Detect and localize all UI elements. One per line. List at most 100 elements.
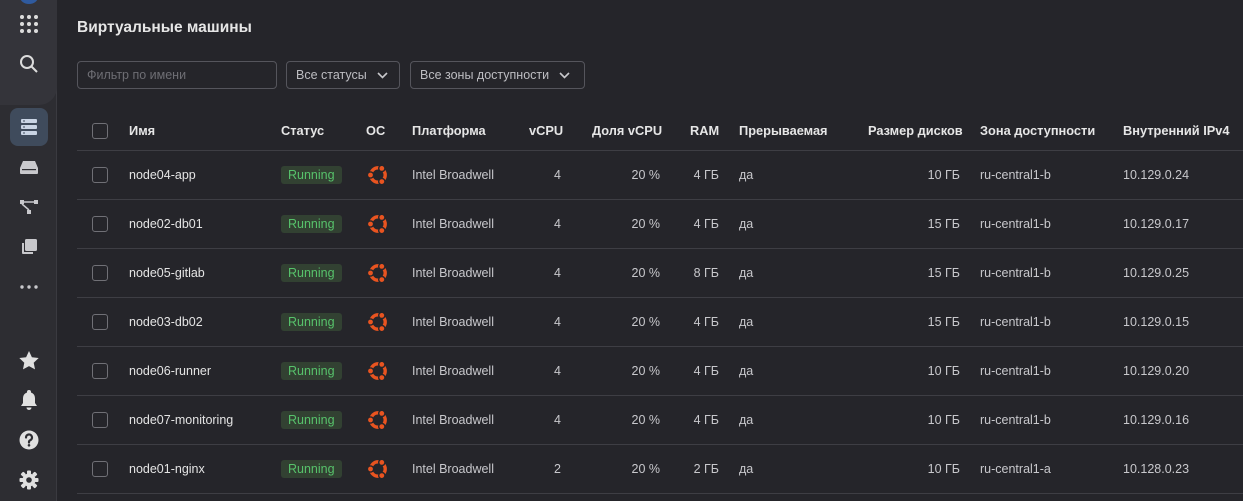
copy-images-icon[interactable]: [10, 228, 48, 266]
ipv4-cell: 10.129.0.17: [1123, 217, 1190, 231]
vcpu-cell: 2: [554, 462, 561, 476]
preemptible-cell: да: [739, 462, 754, 476]
ubuntu-icon: [366, 200, 390, 248]
help-icon[interactable]: [10, 421, 48, 459]
vcpu-cell: 4: [554, 315, 561, 329]
row-select-cell: [92, 396, 108, 444]
zone-filter-select[interactable]: Все зоны доступности: [410, 61, 585, 89]
disk-size-cell: 10 ГБ: [927, 413, 960, 427]
header-cpu-share[interactable]: Доля vCPU: [592, 110, 662, 151]
status-cell: Running: [281, 445, 342, 493]
vm-name[interactable]: node01-nginx: [129, 445, 205, 493]
platform-cell: Intel Broadwell: [412, 168, 494, 182]
vm-name[interactable]: node03-db02: [129, 298, 203, 346]
status-cell: Running: [281, 200, 342, 248]
sidebar: [0, 0, 57, 501]
platform-cell: Intel Broadwell: [412, 217, 494, 231]
cpu-share-cell: 20 %: [631, 168, 661, 182]
vm-name[interactable]: node05-gitlab: [129, 249, 205, 297]
header-ipv4[interactable]: Внутренний IPv4: [1123, 110, 1230, 151]
table-row[interactable]: node06-runner Running Intel Broadwell 4 …: [77, 347, 1243, 396]
vcpu-cell: 4: [554, 413, 561, 427]
status-cell: Running: [281, 396, 342, 444]
name-filter-input[interactable]: [77, 61, 277, 89]
disk-icon[interactable]: [10, 148, 48, 186]
table-row[interactable]: node04-app Running Intel Broadwell 4 20 …: [77, 151, 1243, 200]
row-checkbox[interactable]: [92, 167, 108, 183]
row-checkbox[interactable]: [92, 216, 108, 232]
status-badge: Running: [281, 460, 342, 478]
cpu-share-cell: 20 %: [631, 217, 661, 231]
header-status[interactable]: Статус: [281, 110, 324, 151]
header-preemptible[interactable]: Прерываемая: [739, 110, 828, 151]
status-badge: Running: [281, 264, 342, 282]
disk-size-cell: 15 ГБ: [927, 315, 960, 329]
ram-cell: 4 ГБ: [693, 168, 719, 182]
header-ram[interactable]: RAM: [690, 110, 719, 151]
account-avatar[interactable]: [20, 0, 38, 4]
table-row[interactable]: node07-monitoring Running Intel Broadwel…: [77, 396, 1243, 445]
ubuntu-icon: [366, 445, 390, 493]
vm-name[interactable]: node02-db01: [129, 200, 203, 248]
vm-name[interactable]: node06-runner: [129, 347, 211, 395]
bell-icon[interactable]: [10, 381, 48, 419]
zone-filter-value: Все зоны доступности: [420, 68, 550, 82]
vm-name[interactable]: node07-monitoring: [129, 396, 233, 444]
zone-cell: ru-central1-a: [980, 462, 1051, 476]
cpu-share-cell: 20 %: [631, 266, 661, 280]
star-icon[interactable]: [10, 341, 48, 379]
settings-icon[interactable]: [10, 461, 48, 499]
table-row[interactable]: node02-db01 Running Intel Broadwell 4 20…: [77, 200, 1243, 249]
vcpu-cell: 4: [554, 364, 561, 378]
ipv4-cell: 10.129.0.25: [1123, 266, 1190, 280]
network-icon[interactable]: [10, 188, 48, 226]
ram-cell: 8 ГБ: [693, 266, 719, 280]
chevron-down-icon: [377, 68, 388, 82]
ram-cell: 4 ГБ: [693, 413, 719, 427]
table-body: node04-app Running Intel Broadwell 4 20 …: [77, 151, 1243, 494]
ubuntu-icon: [366, 347, 390, 395]
row-checkbox[interactable]: [92, 461, 108, 477]
vm-name[interactable]: node04-app: [129, 151, 196, 199]
header-vcpu[interactable]: vCPU: [529, 110, 563, 151]
disk-size-cell: 10 ГБ: [927, 168, 960, 182]
platform-cell: Intel Broadwell: [412, 462, 494, 476]
status-badge: Running: [281, 313, 342, 331]
more-icon[interactable]: [10, 268, 48, 306]
table-row[interactable]: node03-db02 Running Intel Broadwell 4 20…: [77, 298, 1243, 347]
platform-cell: Intel Broadwell: [412, 266, 494, 280]
vm-table: Имя Статус ОС Платформа vCPU Доля vCPU R…: [77, 110, 1243, 494]
ram-cell: 2 ГБ: [693, 462, 719, 476]
header-zone[interactable]: Зона доступности: [980, 110, 1095, 151]
platform-cell: Intel Broadwell: [412, 413, 494, 427]
preemptible-cell: да: [739, 364, 754, 378]
zone-cell: ru-central1-b: [980, 217, 1051, 231]
zone-cell: ru-central1-b: [980, 413, 1051, 427]
apps-grid-icon[interactable]: [10, 5, 48, 43]
ipv4-cell: 10.129.0.15: [1123, 315, 1190, 329]
server-list-icon[interactable]: [10, 108, 48, 146]
row-select-cell: [92, 151, 108, 199]
row-select-cell: [92, 200, 108, 248]
row-checkbox[interactable]: [92, 412, 108, 428]
status-filter-select[interactable]: Все статусы: [286, 61, 400, 89]
vcpu-cell: 4: [554, 266, 561, 280]
header-os[interactable]: ОС: [366, 110, 385, 151]
status-badge: Running: [281, 215, 342, 233]
table-row[interactable]: node05-gitlab Running Intel Broadwell 4 …: [77, 249, 1243, 298]
header-disk-size[interactable]: Размер дисков: [868, 110, 963, 151]
row-select-cell: [92, 249, 108, 297]
ubuntu-icon: [366, 298, 390, 346]
preemptible-cell: да: [739, 413, 754, 427]
cpu-share-cell: 20 %: [631, 413, 661, 427]
header-name[interactable]: Имя: [129, 110, 155, 151]
select-all-checkbox[interactable]: [92, 122, 108, 139]
header-platform[interactable]: Платформа: [412, 110, 486, 151]
row-checkbox[interactable]: [92, 314, 108, 330]
search-icon[interactable]: [10, 45, 48, 83]
platform-cell: Intel Broadwell: [412, 364, 494, 378]
row-checkbox[interactable]: [92, 265, 108, 281]
table-row[interactable]: node01-nginx Running Intel Broadwell 2 2…: [77, 445, 1243, 494]
row-checkbox[interactable]: [92, 363, 108, 379]
main-content: Виртуальные машины Все статусы Все зоны …: [57, 0, 1243, 501]
